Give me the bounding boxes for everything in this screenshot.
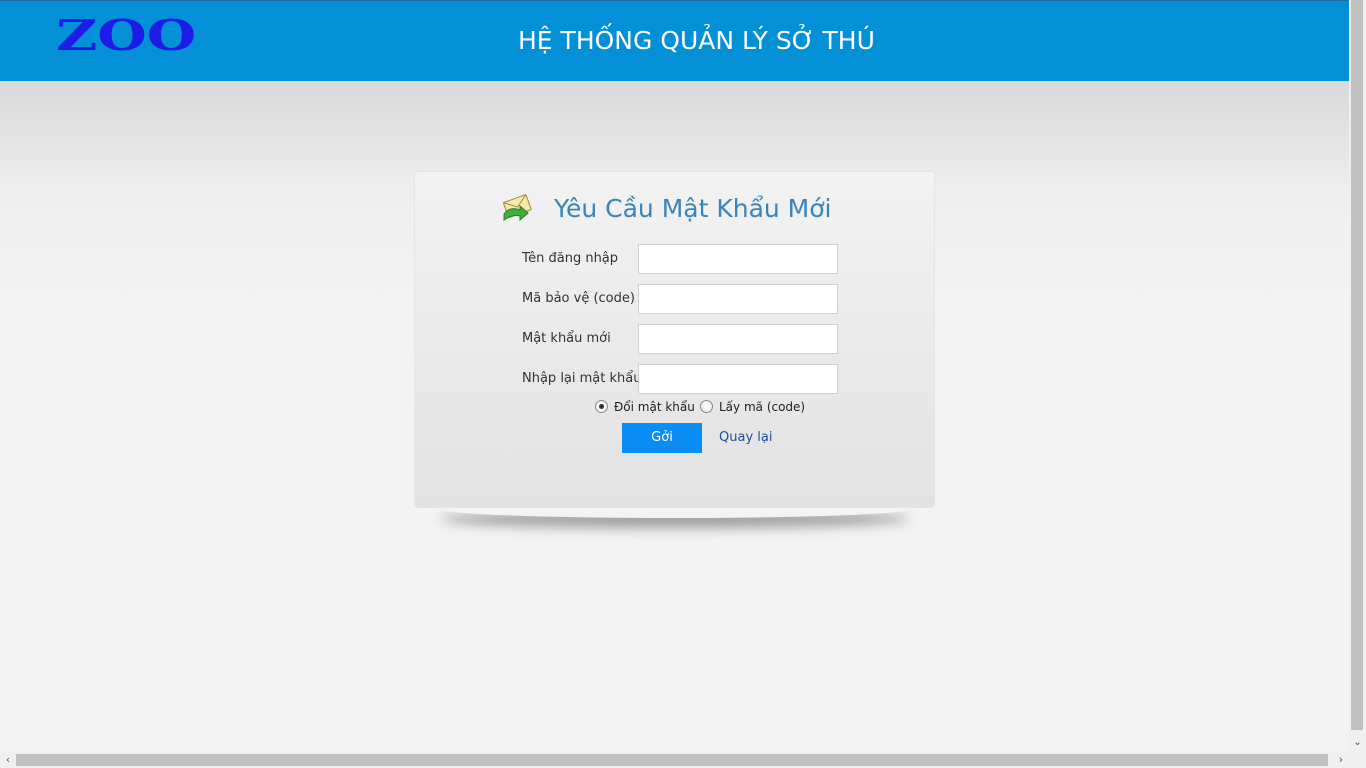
- change-password-radio[interactable]: [595, 400, 608, 413]
- new-password-label: Mật khẩu mới: [522, 331, 611, 346]
- horizontal-scroll-thumb[interactable]: [16, 754, 1328, 766]
- confirm-password-label: Nhập lại mật khẩu: [522, 371, 642, 386]
- scroll-left-arrow-icon[interactable]: ‹: [0, 752, 16, 768]
- security-code-label: Mã bảo vệ (code): [522, 291, 635, 306]
- security-code-input[interactable]: [638, 284, 838, 314]
- username-input[interactable]: [638, 244, 838, 274]
- vertical-scroll-thumb[interactable]: [1351, 0, 1363, 730]
- system-title: HỆ THỐNG QUẢN LÝ SỞ THÚ: [518, 26, 875, 55]
- change-password-option-label[interactable]: Đổi mật khẩu: [614, 399, 695, 415]
- username-label: Tên đăng nhập: [522, 251, 619, 266]
- horizontal-scrollbar[interactable]: ‹ ›: [0, 752, 1349, 768]
- submit-button[interactable]: Gởi: [622, 423, 702, 453]
- get-code-option-label[interactable]: Lấy mã (code): [719, 399, 805, 415]
- vertical-scrollbar[interactable]: ⌄: [1349, 0, 1366, 752]
- form-title: Yêu Cầu Mật Khẩu Mới: [554, 194, 832, 223]
- get-code-radio[interactable]: [700, 400, 713, 413]
- scroll-down-arrow-icon[interactable]: ⌄: [1349, 735, 1366, 750]
- confirm-password-input[interactable]: [638, 364, 838, 394]
- scroll-right-arrow-icon[interactable]: ›: [1333, 752, 1349, 768]
- envelope-arrow-icon: [503, 194, 532, 222]
- new-password-input[interactable]: [638, 324, 838, 354]
- back-link[interactable]: Quay lại: [719, 429, 772, 447]
- zoo-logo[interactable]: ZOO: [56, 11, 196, 61]
- scrollbar-corner: [1349, 752, 1366, 768]
- app-header: ZOO HỆ THỐNG QUẢN LÝ SỞ THÚ: [0, 0, 1349, 81]
